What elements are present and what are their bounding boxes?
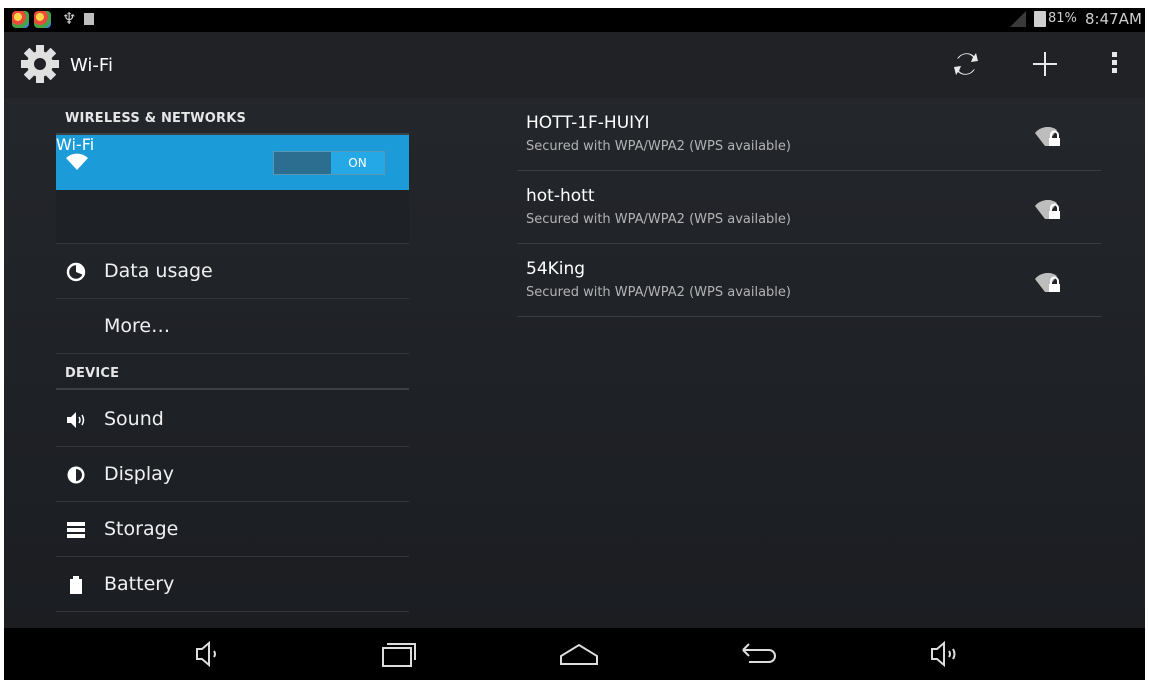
section-header-wireless: WIRELESS & NETWORKS <box>56 101 409 135</box>
settings-gear-icon[interactable] <box>20 44 60 84</box>
usb-icon: ♆ <box>62 9 77 28</box>
back-icon[interactable] <box>741 638 781 670</box>
overflow-menu-icon[interactable] <box>1102 49 1126 81</box>
status-bar: ♆ 81% 8:47AM <box>4 8 1145 32</box>
app-icon <box>34 11 51 28</box>
battery-icon <box>70 576 82 594</box>
sidebar-item-wifi[interactable]: Wi-Fi ON <box>56 135 409 190</box>
clock: 8:47AM <box>1085 10 1142 28</box>
sidebar-item-sound[interactable]: Sound <box>56 392 409 447</box>
network-ssid: hot-hott <box>526 186 595 206</box>
app-icon <box>12 11 29 28</box>
volume-up-icon[interactable] <box>926 638 966 670</box>
sidebar-item-more[interactable]: More… <box>56 299 409 354</box>
sd-card-icon <box>84 13 94 25</box>
wifi-locked-signal-icon <box>1035 127 1060 146</box>
wifi-icon <box>66 153 88 170</box>
sidebar-item-label: Battery <box>104 573 175 595</box>
page-title: Wi-Fi <box>70 55 113 76</box>
network-security: Secured with WPA/WPA2 (WPS available) <box>526 212 791 227</box>
network-item[interactable]: 54King Secured with WPA/WPA2 (WPS availa… <box>517 244 1101 317</box>
screen: ♆ 81% 8:47AM Wi-Fi WIRELESS & NETWORKS W… <box>4 8 1145 680</box>
network-ssid: 54King <box>526 259 586 279</box>
sidebar-item-label: Sound <box>104 408 164 430</box>
sound-icon <box>67 412 85 428</box>
sidebar-item-battery[interactable]: Battery <box>56 557 409 612</box>
display-icon <box>67 466 85 484</box>
network-security: Secured with WPA/WPA2 (WPS available) <box>526 139 791 154</box>
storage-icon <box>67 522 85 538</box>
wifi-locked-signal-icon <box>1035 200 1060 219</box>
settings-list: WIRELESS & NETWORKS Wi-Fi ON Data usage … <box>56 98 409 628</box>
sidebar-item-display[interactable]: Display <box>56 447 409 502</box>
network-ssid: HOTT-1F-HUIYI <box>526 113 650 133</box>
sidebar-item-label: Storage <box>104 518 179 540</box>
home-icon[interactable] <box>559 638 599 670</box>
network-security: Secured with WPA/WPA2 (WPS available) <box>526 285 791 300</box>
signal-icon <box>1010 11 1026 27</box>
sidebar-item-label: Data usage <box>104 260 213 282</box>
volume-down-icon[interactable] <box>189 638 229 670</box>
battery-percent: 81% <box>1048 11 1077 26</box>
sidebar-item-label: More… <box>104 315 171 337</box>
action-bar: Wi-Fi <box>4 32 1145 98</box>
add-network-button[interactable] <box>1027 49 1063 81</box>
wifi-detail-pane <box>56 190 409 244</box>
sidebar-item-storage[interactable]: Storage <box>56 502 409 557</box>
wifi-toggle[interactable]: ON <box>273 151 385 175</box>
network-item[interactable]: HOTT-1F-HUIYI Secured with WPA/WPA2 (WPS… <box>517 98 1101 171</box>
recent-apps-icon[interactable] <box>377 638 417 670</box>
sidebar-item-label: Wi-Fi <box>56 135 95 154</box>
add-icon <box>1033 52 1057 76</box>
data-usage-icon <box>66 262 86 282</box>
wifi-locked-signal-icon <box>1035 273 1060 292</box>
sidebar-item-label: Display <box>104 463 175 485</box>
wps-refresh-icon[interactable] <box>948 49 984 81</box>
section-header-device: DEVICE <box>56 356 409 390</box>
network-item[interactable]: hot-hott Secured with WPA/WPA2 (WPS avai… <box>517 171 1101 244</box>
navigation-bar <box>4 628 1145 680</box>
battery-icon <box>1034 11 1046 27</box>
sidebar-item-data-usage[interactable]: Data usage <box>56 244 409 299</box>
wifi-toggle-state: ON <box>331 152 384 174</box>
